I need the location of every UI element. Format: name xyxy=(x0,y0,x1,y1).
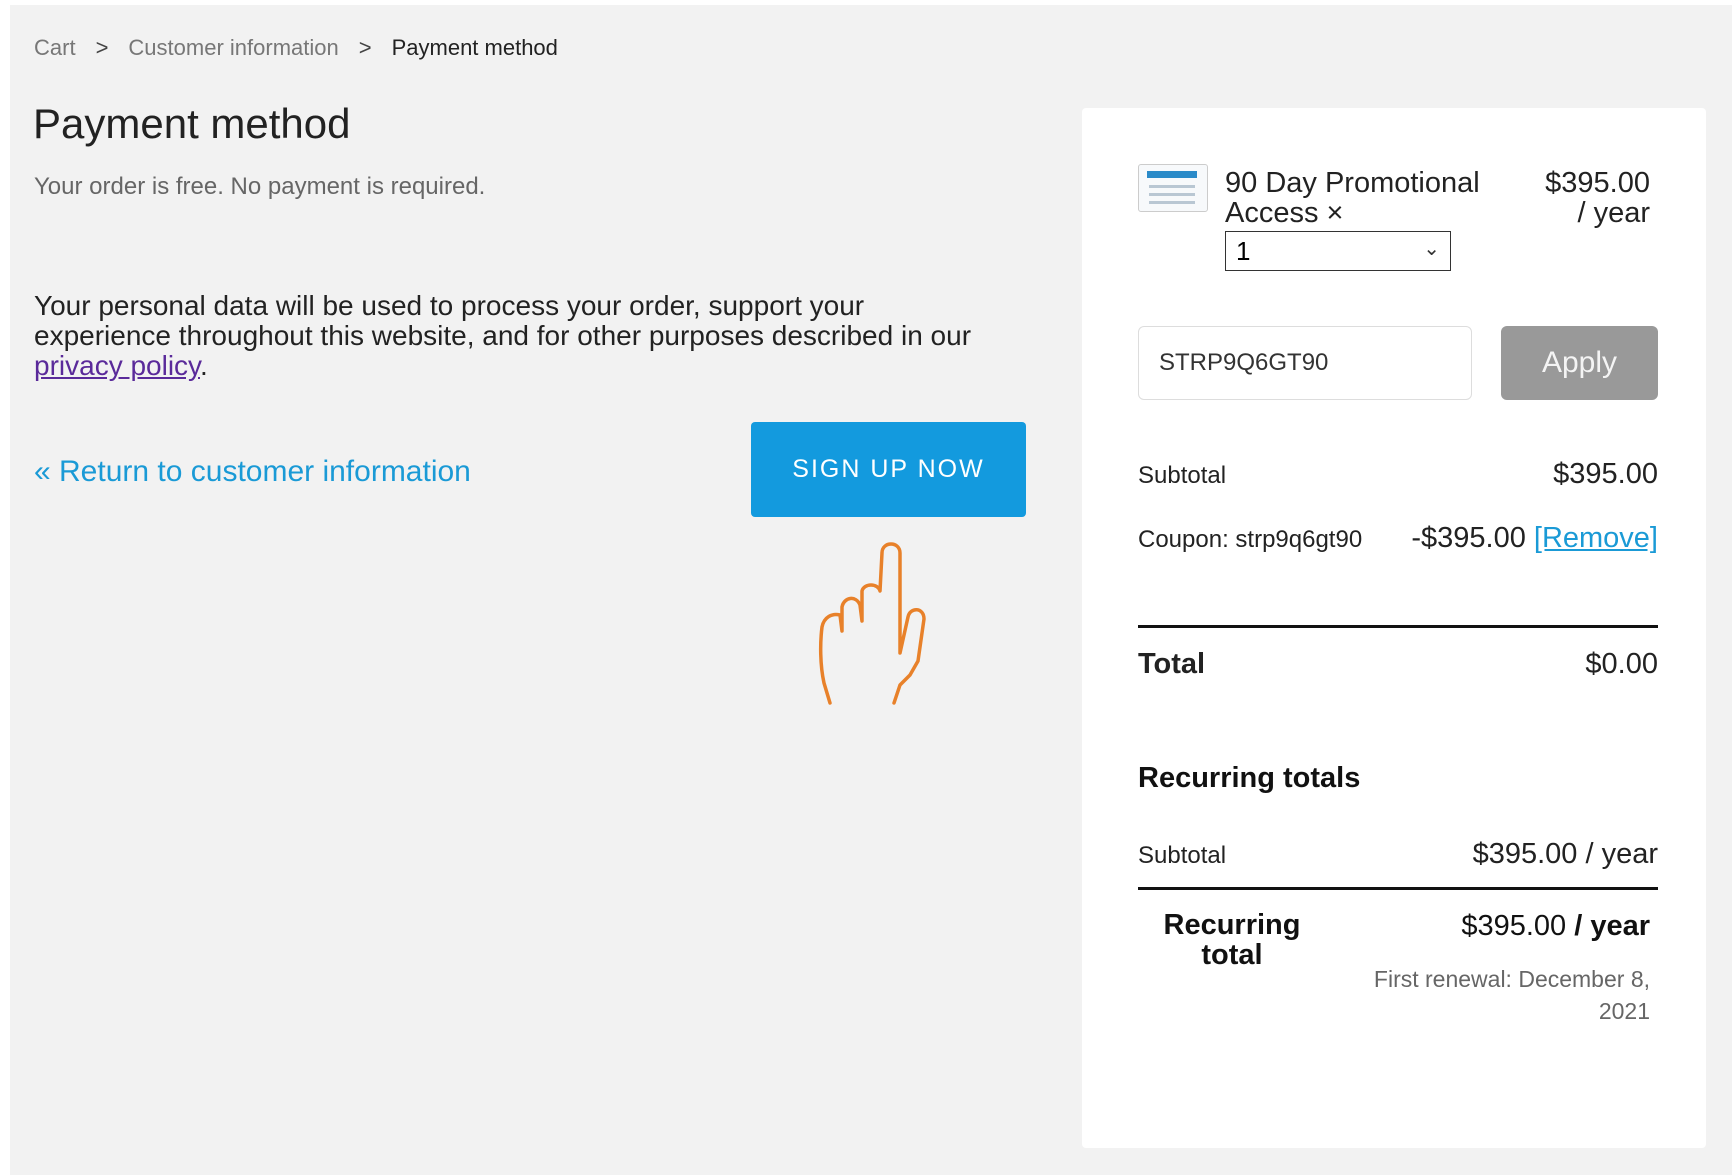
product-thumbnail xyxy=(1138,164,1208,212)
sign-up-now-button[interactable]: SIGN UP NOW xyxy=(751,422,1026,517)
product-name: 90 Day Promotional Access × xyxy=(1225,167,1480,229)
product-price-amount: $395.00 xyxy=(1545,167,1650,199)
total-value: $0.00 xyxy=(1585,648,1658,680)
coupon-code-input[interactable]: STRP9Q6GT90 xyxy=(1138,326,1472,400)
first-renewal-date: First renewal: December 8, 2021 xyxy=(1373,966,1650,1024)
chevron-right-icon: > xyxy=(95,35,109,60)
coupon-discount: -$395.00 xyxy=(1411,522,1526,554)
return-to-customer-information-link[interactable]: « Return to customer information xyxy=(34,455,471,489)
chevron-right-icon: > xyxy=(358,35,372,60)
free-order-notice: Your order is free. No payment is requir… xyxy=(34,173,486,200)
apply-coupon-button[interactable]: Apply xyxy=(1501,326,1658,400)
recurring-subtotal-label: Subtotal xyxy=(1138,842,1227,869)
recurring-subtotal-value: $395.00 / year xyxy=(1472,838,1658,870)
product-price: $395.00 / year xyxy=(1545,168,1650,228)
divider xyxy=(1138,887,1658,890)
recurring-total-amount: $395.00 xyxy=(1461,910,1567,942)
privacy-policy-link[interactable]: privacy policy xyxy=(34,350,200,381)
privacy-notice: Your personal data will be used to proce… xyxy=(34,291,994,381)
remove-coupon-link[interactable]: [Remove] xyxy=(1534,522,1658,554)
subtotal-row: Subtotal $395.00 xyxy=(1138,458,1658,491)
subtotal-value: $395.00 xyxy=(1553,458,1658,490)
breadcrumb-cart[interactable]: Cart xyxy=(34,35,76,61)
recurring-total-label: Recurring total xyxy=(1163,909,1301,971)
subtotal-label: Subtotal xyxy=(1138,462,1227,489)
quantity-select[interactable]: 1 ⌄ xyxy=(1225,231,1451,271)
pointing-hand-icon xyxy=(818,542,926,705)
page-title: Payment method xyxy=(33,100,351,147)
recurring-total-value: $395.00 / year xyxy=(1461,910,1650,943)
privacy-text: Your personal data will be used to proce… xyxy=(34,290,972,351)
coupon-row: Coupon: strp9q6gt90 -$395.00 [Remove] xyxy=(1138,522,1658,555)
breadcrumb-payment-method: Payment method xyxy=(391,35,558,60)
quantity-value: 1 xyxy=(1236,236,1251,266)
total-row: Total $0.00 xyxy=(1138,648,1658,681)
breadcrumb: Cart > Customer information > Payment me… xyxy=(34,35,558,61)
chevron-down-icon: ⌄ xyxy=(1423,238,1440,260)
product-price-period: / year xyxy=(1577,197,1650,229)
checkout-page: Cart > Customer information > Payment me… xyxy=(10,5,1732,1175)
breadcrumb-customer-information[interactable]: Customer information xyxy=(128,35,338,61)
divider xyxy=(1138,625,1658,628)
recurring-total-period: / year xyxy=(1574,910,1650,942)
order-summary: 90 Day Promotional Access × $395.00 / ye… xyxy=(1082,108,1706,1148)
coupon-label: Coupon: strp9q6gt90 xyxy=(1138,526,1363,553)
recurring-subtotal-row: Subtotal $395.00 / year xyxy=(1138,838,1658,871)
total-label: Total xyxy=(1138,648,1206,680)
recurring-totals-heading: Recurring totals xyxy=(1138,762,1361,794)
privacy-text-end: . xyxy=(199,350,208,381)
